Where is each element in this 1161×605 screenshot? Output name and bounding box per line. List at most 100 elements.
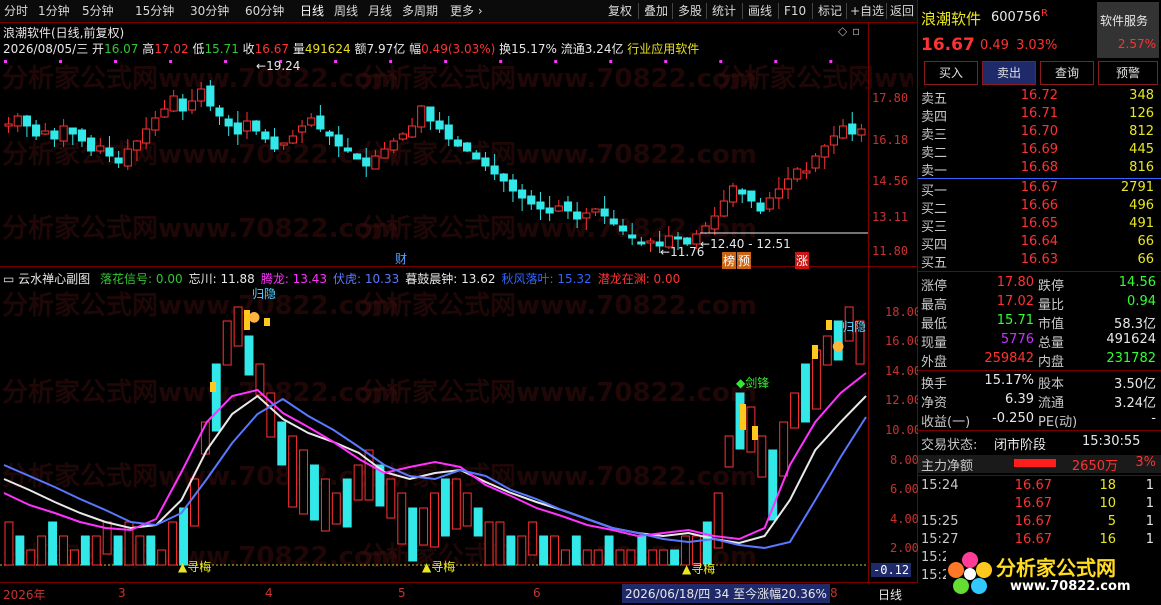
- candle-body: [719, 200, 728, 217]
- stat-label: 市值: [1038, 317, 1065, 332]
- period-label[interactable]: 日线: [878, 586, 902, 603]
- industry-value: 行业应用软件: [627, 42, 700, 56]
- mark-button[interactable]: 标记: [818, 3, 842, 19]
- signal-bar: [210, 382, 216, 392]
- candle-body: [444, 124, 453, 140]
- stat-value: -0.250: [992, 411, 1034, 426]
- candle-body: [343, 147, 352, 152]
- bid-row[interactable]: 买二 16.66 496: [918, 198, 1161, 217]
- indicator-bar: [582, 549, 592, 566]
- stat-label: 涨停: [921, 279, 948, 294]
- tab-more[interactable]: 更多 ›: [450, 3, 483, 19]
- main-chart-info: 2026/08/05/三 开16.07 高17.02 低15.71 收16.67…: [3, 42, 700, 56]
- tab-30min[interactable]: 30分钟: [190, 3, 229, 19]
- f10-button[interactable]: F10: [784, 3, 806, 19]
- multi-stock-button[interactable]: 多股: [678, 3, 702, 19]
- stats-button[interactable]: 统计: [712, 3, 736, 19]
- candle-body: [573, 211, 582, 220]
- back-button[interactable]: 返回: [890, 3, 914, 19]
- indicator-bar: [168, 521, 178, 566]
- level-label: 买一: [921, 184, 948, 199]
- query-button[interactable]: 查询: [1040, 61, 1094, 85]
- event-forecast[interactable]: 预: [737, 252, 752, 269]
- candle-body: [738, 189, 747, 195]
- indicator-bar: [702, 521, 712, 565]
- event-limit-up[interactable]: 涨: [795, 252, 810, 269]
- candle-body: [206, 85, 215, 107]
- candle-body: [77, 129, 87, 142]
- ask-row[interactable]: 卖五 16.72 348: [918, 88, 1161, 107]
- add-watchlist-button[interactable]: +自选: [850, 3, 884, 19]
- sell-button[interactable]: 卖出: [982, 61, 1036, 85]
- net-flow-bar: [1014, 459, 1056, 467]
- tab-monthly[interactable]: 月线: [368, 3, 392, 19]
- candle-body: [398, 133, 407, 140]
- tab-60min[interactable]: 60分钟: [245, 3, 284, 19]
- bid-row[interactable]: 买五 16.63 66: [918, 252, 1161, 271]
- indicator-bar: [146, 535, 156, 566]
- price-tick: 14.56: [872, 174, 909, 188]
- tab-fenshi[interactable]: 分时: [4, 3, 28, 19]
- bid-row[interactable]: 买四 16.64 66: [918, 234, 1161, 253]
- tab-15min[interactable]: 15分钟: [135, 3, 174, 19]
- candle-body: [123, 148, 132, 167]
- indicator-bar: [113, 535, 123, 566]
- bid-row[interactable]: 买三 16.65 491: [918, 216, 1161, 235]
- indicator-chart[interactable]: [0, 284, 868, 582]
- level-volume: 66: [1137, 234, 1154, 249]
- signal-guiyin: 归隐: [842, 320, 867, 334]
- draw-button[interactable]: 画线: [748, 3, 772, 19]
- stat-label: 流通: [1038, 396, 1065, 411]
- ask-row[interactable]: 卖三 16.70 812: [918, 124, 1161, 143]
- event-financial[interactable]: 财: [395, 250, 407, 267]
- candle-body: [270, 136, 279, 150]
- candlestick-chart[interactable]: [0, 56, 868, 266]
- close-value: 16.67: [254, 42, 290, 56]
- candle-body: [132, 140, 142, 151]
- marker-dot: [334, 60, 338, 63]
- event-list[interactable]: 榜: [722, 252, 737, 269]
- alert-button[interactable]: 预警: [1098, 61, 1158, 85]
- close-panel-icon[interactable]: ▫: [852, 24, 860, 38]
- level-label: 买五: [921, 256, 948, 271]
- level-label: 买四: [921, 238, 948, 253]
- indicator-bar: [615, 549, 625, 566]
- tab-weekly[interactable]: 周线: [334, 3, 358, 19]
- stat-label: 外盘: [921, 355, 948, 370]
- bid-row[interactable]: 买一 16.67 2791: [918, 180, 1161, 199]
- date-axis: 2026年 3 4 5 6 2026/06/18/四 34 至今涨幅20.36%…: [0, 582, 918, 605]
- indicator-bar: [593, 549, 603, 566]
- fuquan-button[interactable]: 复权: [608, 3, 632, 19]
- site-logo: 分析家公式网 www.70822.com: [946, 550, 1158, 598]
- tick-row: 15:25 16.67 5 1: [918, 514, 1161, 532]
- tick-row: 15:27 16.67 16 1: [918, 532, 1161, 550]
- indicator-bar: [59, 535, 68, 566]
- ask-row[interactable]: 卖四 16.71 126: [918, 106, 1161, 125]
- indicator-bar: [342, 478, 352, 528]
- tab-daily[interactable]: 日线: [300, 3, 324, 19]
- buy-button[interactable]: 买入: [924, 61, 978, 85]
- indicator-bar: [288, 435, 298, 508]
- tab-multi-period[interactable]: 多周期: [402, 3, 438, 19]
- tab-1min[interactable]: 1分钟: [38, 3, 70, 19]
- candle-body: [453, 139, 463, 147]
- candle-body: [646, 240, 655, 244]
- level-volume: 445: [1129, 142, 1154, 157]
- tab-5min[interactable]: 5分钟: [82, 3, 114, 19]
- stat-value: 15.71: [996, 313, 1034, 328]
- indicator-bar: [637, 535, 647, 566]
- indicator-bar: [801, 363, 810, 423]
- candle-body: [371, 155, 380, 170]
- candle-body: [4, 123, 13, 127]
- ask-row[interactable]: 卖二 16.69 445: [918, 142, 1161, 161]
- ask-row[interactable]: 卖一 16.68 816: [918, 160, 1161, 179]
- candle-body: [554, 205, 563, 212]
- indicator-bar: [386, 478, 396, 519]
- candle-body: [87, 137, 96, 152]
- stat-value: 58.3亿: [1114, 317, 1156, 332]
- chart-options-icon[interactable]: ◇: [838, 24, 847, 38]
- candle-body: [362, 157, 371, 167]
- overlay-button[interactable]: 叠加: [644, 3, 668, 19]
- date-value: 2026/08/05/三: [3, 42, 89, 56]
- indicator-bar: [277, 421, 287, 466]
